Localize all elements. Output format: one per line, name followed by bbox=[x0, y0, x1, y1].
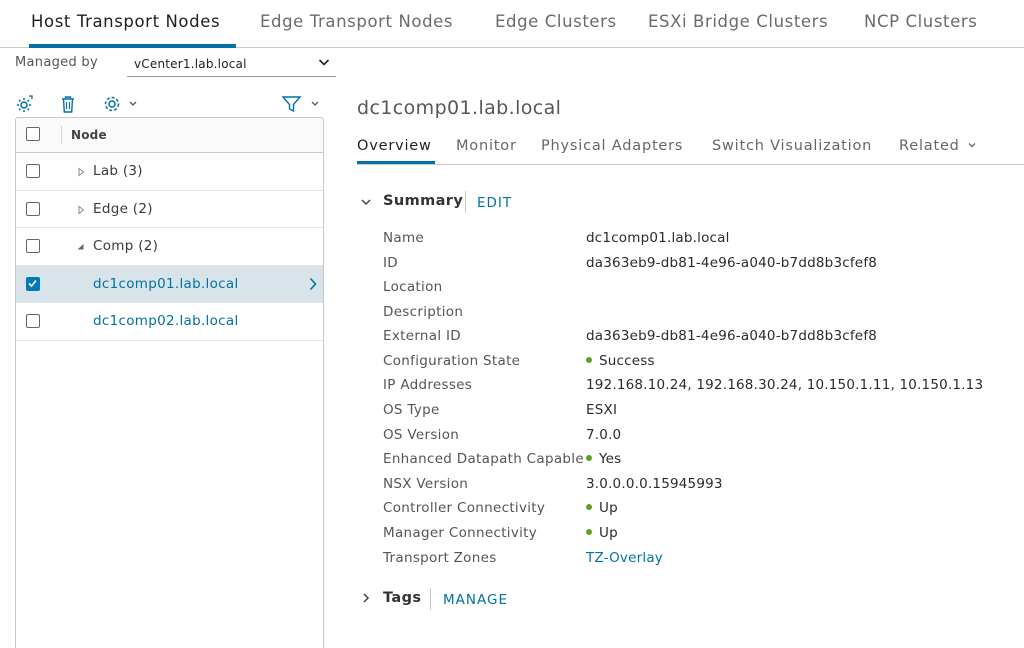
tab-edge-clusters[interactable]: Edge Clusters bbox=[495, 12, 617, 31]
manage-tags-button[interactable]: MANAGE bbox=[443, 592, 508, 608]
tab-related[interactable]: Related bbox=[899, 138, 977, 154]
chevron-right-icon[interactable] bbox=[308, 277, 318, 291]
tab-monitor[interactable]: Monitor bbox=[456, 138, 517, 154]
chevron-down-icon bbox=[968, 143, 976, 148]
filter-icon[interactable] bbox=[282, 95, 322, 113]
row-checkbox[interactable] bbox=[26, 239, 40, 253]
prop-label-external-id: External ID bbox=[383, 328, 461, 344]
select-all-checkbox[interactable] bbox=[26, 127, 40, 141]
trash-icon[interactable] bbox=[60, 95, 76, 113]
managed-by-label: Managed by bbox=[15, 55, 98, 70]
status-text: Success bbox=[599, 353, 655, 369]
status-text: Up bbox=[599, 525, 618, 541]
tab-host-transport-nodes[interactable]: Host Transport Nodes bbox=[31, 12, 220, 31]
managed-by-value: vCenter1.lab.local bbox=[134, 57, 247, 71]
settings-gear-icon[interactable] bbox=[103, 95, 139, 113]
prop-label-controller-connectivity: Controller Connectivity bbox=[383, 500, 546, 516]
tree-row-edge[interactable]: Edge (2) bbox=[16, 191, 323, 228]
transport-zone-link[interactable]: TZ-Overlay bbox=[586, 550, 663, 566]
status-dot-icon bbox=[586, 357, 592, 363]
prop-label-configuration-state: Configuration State bbox=[383, 353, 521, 369]
tab-related-label: Related bbox=[899, 138, 960, 154]
active-subtab-indicator bbox=[357, 161, 435, 164]
prop-label-manager-connectivity: Manager Connectivity bbox=[383, 525, 538, 541]
tree-row-label: dc1comp02.lab.local bbox=[93, 313, 239, 329]
detail-tab-bar: Overview Monitor Physical Adapters Switc… bbox=[357, 126, 1024, 165]
check-icon bbox=[28, 279, 37, 287]
summary-section-label: Summary bbox=[383, 193, 464, 209]
chevron-right-icon[interactable] bbox=[360, 592, 372, 604]
prop-value-configuration-state: Success bbox=[586, 353, 655, 369]
prop-label-location: Location bbox=[383, 279, 443, 295]
active-tab-indicator bbox=[29, 44, 236, 48]
status-dot-icon bbox=[586, 504, 592, 510]
tree-row-dc1comp01[interactable]: dc1comp01.lab.local bbox=[16, 265, 323, 303]
configure-gear-icon[interactable] bbox=[15, 95, 35, 113]
prop-value-os-type: ESXI bbox=[586, 402, 618, 418]
prop-value-os-version: 7.0.0 bbox=[586, 427, 622, 443]
status-text: Up bbox=[599, 500, 618, 516]
row-checkbox[interactable] bbox=[26, 201, 40, 216]
prop-label-name: Name bbox=[383, 230, 425, 246]
tab-overview[interactable]: Overview bbox=[357, 138, 432, 154]
tab-physical-adapters[interactable]: Physical Adapters bbox=[541, 138, 683, 154]
prop-label-ip-addresses: IP Addresses bbox=[383, 377, 473, 393]
tree-row-label: dc1comp01.lab.local bbox=[93, 275, 239, 292]
prop-value-id: da363eb9-db81-4e96-a040-b7dd8b3cfef8 bbox=[586, 255, 878, 271]
detail-title: dc1comp01.lab.local bbox=[357, 97, 562, 119]
prop-value-ip-addresses: 192.168.10.24, 192.168.30.24, 10.150.1.1… bbox=[586, 377, 984, 393]
prop-label-nsx-version: NSX Version bbox=[383, 476, 469, 492]
tree-row-lab[interactable]: Lab (3) bbox=[16, 153, 323, 191]
prop-label-os-type: OS Type bbox=[383, 402, 440, 418]
tree-row-comp[interactable]: Comp (2) bbox=[16, 228, 323, 266]
prop-value-controller-connectivity: Up bbox=[586, 500, 618, 516]
status-text: Yes bbox=[599, 451, 622, 467]
prop-value-enhanced-datapath: Yes bbox=[586, 451, 621, 467]
node-column-header[interactable]: Node bbox=[71, 128, 107, 142]
managed-by-dropdown[interactable]: vCenter1.lab.local bbox=[127, 50, 336, 77]
tree-row-label: Lab (3) bbox=[93, 163, 143, 179]
header-divider bbox=[61, 126, 62, 144]
tree-header: Node bbox=[16, 118, 323, 153]
caret-right-icon[interactable] bbox=[76, 204, 86, 215]
section-divider bbox=[430, 588, 431, 610]
row-checkbox[interactable] bbox=[26, 276, 40, 291]
caret-right-icon[interactable] bbox=[76, 167, 86, 177]
status-dot-icon bbox=[586, 529, 592, 535]
chevron-down-icon[interactable] bbox=[360, 196, 372, 208]
tags-section-label: Tags bbox=[383, 590, 422, 606]
prop-label-os-version: OS Version bbox=[383, 427, 460, 443]
caret-down-icon[interactable] bbox=[76, 242, 86, 252]
prop-value-nsx-version: 3.0.0.0.0.15945993 bbox=[586, 476, 723, 492]
prop-label-id: ID bbox=[383, 255, 398, 271]
tab-switch-visualization[interactable]: Switch Visualization bbox=[712, 138, 872, 154]
prop-label-enhanced-datapath: Enhanced Datapath Capable bbox=[383, 451, 584, 467]
status-dot-icon bbox=[586, 455, 592, 461]
node-tree-grid: Node Lab (3) Edge (2) Comp (2) dc1comp01… bbox=[15, 117, 324, 648]
tab-esxi-bridge-clusters[interactable]: ESXi Bridge Clusters bbox=[648, 12, 828, 31]
top-tab-bar: Host Transport Nodes Edge Transport Node… bbox=[0, 0, 1024, 48]
tab-ncp-clusters[interactable]: NCP Clusters bbox=[864, 12, 977, 31]
prop-label-description: Description bbox=[383, 304, 464, 320]
prop-value-manager-connectivity: Up bbox=[586, 525, 618, 541]
tab-edge-transport-nodes[interactable]: Edge Transport Nodes bbox=[260, 12, 453, 31]
tree-row-dc1comp02[interactable]: dc1comp02.lab.local bbox=[16, 303, 323, 341]
row-checkbox[interactable] bbox=[26, 164, 40, 178]
prop-label-transport-zones: Transport Zones bbox=[383, 550, 497, 566]
tree-row-label: Comp (2) bbox=[93, 238, 159, 254]
chevron-down-icon bbox=[318, 59, 330, 66]
edit-button[interactable]: EDIT bbox=[477, 195, 512, 211]
section-divider bbox=[465, 191, 466, 213]
tree-row-label: Edge (2) bbox=[93, 200, 153, 217]
prop-value-name: dc1comp01.lab.local bbox=[586, 230, 730, 246]
row-checkbox[interactable] bbox=[26, 314, 40, 328]
prop-value-external-id: da363eb9-db81-4e96-a040-b7dd8b3cfef8 bbox=[586, 328, 878, 344]
